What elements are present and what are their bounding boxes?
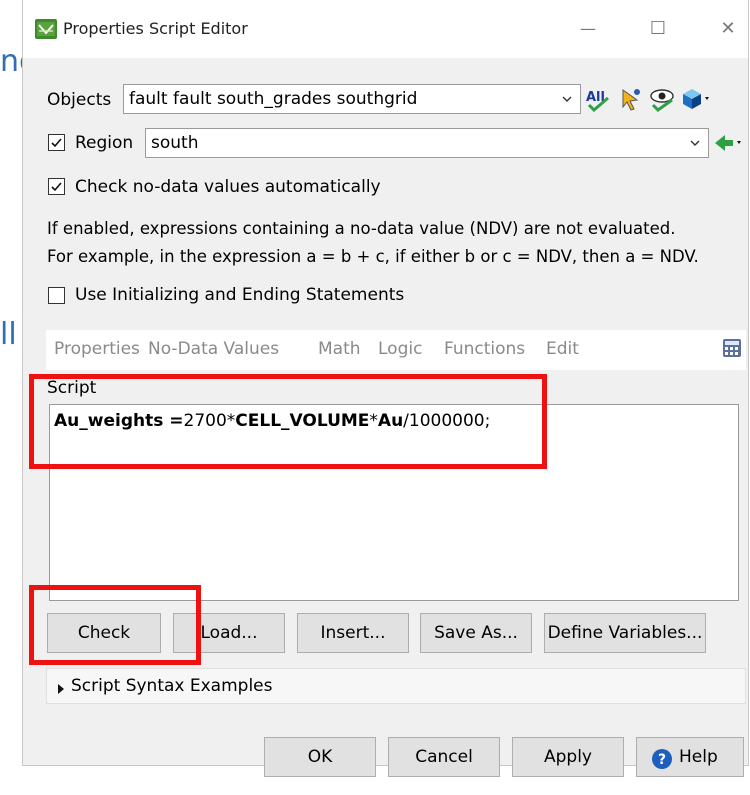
define-variables-button[interactable]: Define Variables... — [544, 613, 706, 653]
tab-edit[interactable]: Edit — [546, 339, 579, 359]
tab-properties[interactable]: Properties — [54, 339, 140, 359]
objects-value: fault fault south_grades southgrid — [129, 89, 418, 109]
tab-math[interactable]: Math — [318, 339, 361, 359]
info-line-2: For example, in the expression a = b + c… — [47, 247, 699, 266]
svg-text:?: ? — [658, 752, 666, 768]
ok-button[interactable]: OK — [264, 737, 376, 777]
maximize-button[interactable]: ☐ — [645, 16, 671, 42]
background-text-fragment: ll — [0, 317, 17, 352]
insert-button[interactable]: Insert... — [297, 613, 409, 653]
region-value: south — [151, 133, 199, 153]
all-select-icon[interactable]: All — [583, 84, 613, 114]
chevron-down-icon — [560, 91, 574, 105]
nodata-checkbox[interactable] — [48, 178, 65, 195]
info-line-1: If enabled, expressions containing a no-… — [47, 219, 676, 238]
script-syntax-examples-expander[interactable]: Script Syntax Examples — [46, 668, 746, 704]
visibility-eye-icon[interactable] — [647, 84, 677, 114]
script-highlight-box — [29, 374, 547, 469]
help-label: Help — [679, 747, 718, 767]
apply-button[interactable]: Apply — [512, 737, 624, 777]
cube-icon[interactable] — [679, 84, 713, 114]
help-button[interactable]: ? Help — [636, 737, 744, 777]
nodata-label: Check no-data values automatically — [75, 177, 381, 197]
green-arrow-icon[interactable] — [711, 128, 745, 158]
objects-combobox[interactable]: fault fault south_grades southgrid — [123, 84, 581, 114]
tab-no-data-values[interactable]: No-Data Values — [148, 339, 279, 359]
region-label: Region — [75, 133, 134, 153]
chevron-down-icon — [688, 135, 702, 149]
app-icon — [35, 19, 57, 39]
function-tabs: Properties No-Data Values Math Logic Fun… — [46, 330, 746, 370]
tab-functions[interactable]: Functions — [444, 339, 525, 359]
region-checkbox[interactable] — [48, 134, 65, 151]
expand-triangle-icon — [57, 680, 67, 694]
window-title: Properties Script Editor — [63, 19, 248, 38]
region-combobox[interactable]: south — [145, 128, 709, 158]
init-statements-checkbox[interactable] — [48, 287, 65, 304]
pick-cursor-icon[interactable] — [615, 84, 645, 114]
help-icon: ? — [651, 746, 673, 769]
save-as-button[interactable]: Save As... — [420, 613, 532, 653]
title-bar: Properties Script Editor — ☐ ✕ — [23, 0, 748, 58]
minimize-button[interactable]: — — [575, 16, 601, 42]
check-button-highlight-box — [29, 585, 201, 665]
cancel-button[interactable]: Cancel — [388, 737, 500, 777]
tab-logic[interactable]: Logic — [378, 339, 422, 359]
init-statements-label: Use Initializing and Ending Statements — [75, 285, 405, 305]
script-syntax-examples-label: Script Syntax Examples — [71, 676, 273, 696]
objects-label: Objects — [47, 90, 112, 110]
close-button[interactable]: ✕ — [715, 16, 741, 42]
calculator-icon[interactable] — [722, 338, 742, 358]
